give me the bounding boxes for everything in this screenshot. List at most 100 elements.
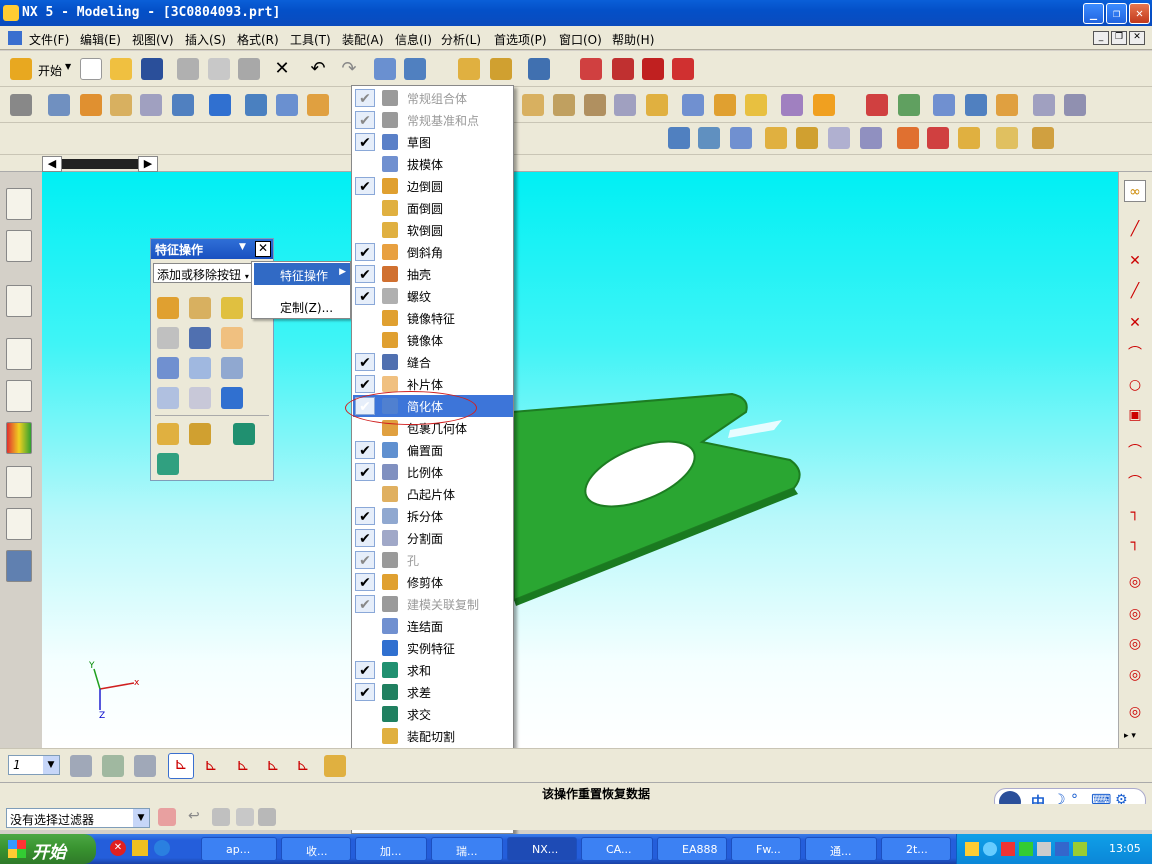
- menu-tools[interactable]: 工具(T): [290, 31, 331, 48]
- boolean-tool-icon[interactable]: [189, 423, 211, 445]
- chamfer-icon[interactable]: [745, 94, 767, 116]
- spline-icon[interactable]: [672, 58, 694, 80]
- fillet-curve-icon[interactable]: ┐: [1124, 502, 1146, 524]
- menu-item-row[interactable]: 求交: [353, 703, 513, 725]
- menu-item-row[interactable]: ✔ 常规基准和点: [353, 109, 513, 131]
- palette-icon[interactable]: [6, 422, 32, 454]
- menu-item-row[interactable]: ✔ 拆分体: [353, 505, 513, 527]
- curve-tool-icon[interactable]: [612, 58, 634, 80]
- wcs-origin-icon[interactable]: ⊾: [168, 753, 194, 779]
- layer-settings-icon[interactable]: [70, 755, 92, 777]
- filter-dropdown-icon[interactable]: ▼: [133, 809, 149, 827]
- tube-icon[interactable]: [140, 94, 162, 116]
- roles-icon[interactable]: [6, 508, 32, 540]
- datum-plane-icon[interactable]: [245, 94, 267, 116]
- start-dropdown-icon[interactable]: ▼: [65, 62, 71, 71]
- menu-item-row[interactable]: ✔ 孔: [353, 549, 513, 571]
- wcs-rotate-icon[interactable]: ⊾: [232, 755, 254, 777]
- menu-item-row[interactable]: 实例特征: [353, 637, 513, 659]
- select-all-icon[interactable]: [158, 808, 176, 826]
- mdi-close-icon[interactable]: ✕: [1129, 31, 1145, 45]
- menu-edit[interactable]: 编辑(E): [80, 31, 121, 48]
- submenu-feature-operation[interactable]: 特征操作 ▶: [254, 263, 350, 285]
- arc-tangent-icon[interactable]: ○: [1124, 374, 1146, 396]
- tangent-line-icon[interactable]: ⌒: [1124, 343, 1146, 365]
- menu-assembly[interactable]: 装配(A): [342, 31, 384, 48]
- task-inbox[interactable]: 收...: [281, 837, 351, 861]
- undo-icon[interactable]: ↶: [307, 58, 329, 80]
- line-point-icon[interactable]: ✕: [1124, 250, 1146, 272]
- surface-icon[interactable]: [898, 94, 920, 116]
- tray-msn-icon[interactable]: [1073, 842, 1087, 856]
- history-icon[interactable]: [6, 338, 32, 370]
- mirror-icon[interactable]: [682, 94, 704, 116]
- filter-select[interactable]: 没有选择过滤器 ▼: [6, 808, 150, 828]
- start-menu-button[interactable]: 开始: [38, 62, 62, 79]
- make-coplanar-icon[interactable]: [897, 127, 919, 149]
- menu-item-row[interactable]: 镜像特征: [353, 307, 513, 329]
- snap-point-icon[interactable]: [236, 808, 254, 826]
- submenu-customize[interactable]: 定制(Z)...: [254, 295, 350, 317]
- maximize-button[interactable]: ❐: [1106, 3, 1127, 24]
- menu-item-row[interactable]: 凸起片体: [353, 483, 513, 505]
- offset-face-tool-icon[interactable]: [189, 357, 211, 379]
- menu-info[interactable]: 信息(I): [395, 31, 432, 48]
- layer-select[interactable]: 1 ▼: [8, 755, 60, 775]
- circle-3pt-icon[interactable]: ◎: [1124, 603, 1146, 625]
- ruler-icon[interactable]: [490, 58, 512, 80]
- part-navigator-icon[interactable]: [10, 94, 32, 116]
- mesh-icon[interactable]: [965, 94, 987, 116]
- quicklaunch-ie-icon[interactable]: [154, 840, 170, 856]
- layer-dropdown-icon[interactable]: ▼: [43, 756, 59, 774]
- trim-icon[interactable]: [614, 94, 636, 116]
- menu-item-row[interactable]: ✔ 缝合: [353, 351, 513, 373]
- shell-tool-icon[interactable]: [157, 297, 179, 319]
- selection-icon[interactable]: [374, 58, 396, 80]
- scroll-thumb[interactable]: [62, 159, 138, 169]
- face-blend-icon[interactable]: [813, 94, 835, 116]
- perpendicular-line-icon[interactable]: ✕: [1124, 312, 1146, 334]
- menu-format[interactable]: 格式(R): [237, 31, 279, 48]
- select-feature-icon[interactable]: [212, 808, 230, 826]
- revolve-icon[interactable]: [80, 94, 102, 116]
- wcs-display-icon[interactable]: [324, 755, 346, 777]
- scroll-left-icon[interactable]: ◀: [42, 156, 62, 172]
- tray-bluetooth-icon[interactable]: [1055, 842, 1069, 856]
- patch-tool-icon[interactable]: [221, 327, 243, 349]
- cylinder-icon[interactable]: [172, 94, 194, 116]
- task-fw[interactable]: Fw...: [731, 837, 801, 861]
- move-face-icon[interactable]: [668, 127, 690, 149]
- parallel-line-icon[interactable]: ╱: [1124, 280, 1146, 302]
- circle-icon[interactable]: ◎: [1124, 571, 1146, 593]
- add-remove-buttons[interactable]: 添加或移除按钮 ▾: [153, 263, 253, 283]
- app-menu-icon[interactable]: [8, 31, 22, 45]
- mdi-restore-icon[interactable]: ❐: [1111, 31, 1127, 45]
- menu-item-row[interactable]: ✔ 倒斜角: [353, 241, 513, 263]
- task-2t[interactable]: 2t...: [881, 837, 951, 861]
- start-icon[interactable]: [10, 58, 32, 80]
- reuse-library-icon[interactable]: [6, 380, 32, 412]
- system-visual-icon[interactable]: [6, 550, 32, 582]
- task-ca[interactable]: CA...: [581, 837, 653, 861]
- menu-item-row[interactable]: ✔ 求和: [353, 659, 513, 681]
- boss-icon[interactable]: [307, 94, 329, 116]
- menu-item-row[interactable]: 拔模体: [353, 153, 513, 175]
- sweep-icon[interactable]: [110, 94, 132, 116]
- shell-feature-icon[interactable]: [221, 297, 243, 319]
- mdi-minimize-icon[interactable]: _: [1093, 31, 1109, 45]
- close-button[interactable]: ✕: [1129, 3, 1150, 24]
- wcs-save-icon[interactable]: ⊾: [292, 755, 314, 777]
- extrude-icon[interactable]: [48, 94, 70, 116]
- task-add[interactable]: 加...: [355, 837, 427, 861]
- task-tong[interactable]: 通...: [805, 837, 877, 861]
- task-nx[interactable]: NX...: [507, 837, 577, 861]
- simplify-tool-icon[interactable]: [157, 357, 179, 379]
- circle-radius-icon[interactable]: ◎: [1124, 664, 1146, 686]
- menu-item-row[interactable]: 软倒圆: [353, 219, 513, 241]
- pull-face-icon[interactable]: [698, 127, 720, 149]
- subtract-tool-icon[interactable]: [157, 453, 179, 475]
- make-tangent-icon[interactable]: [958, 127, 980, 149]
- tray-network-icon[interactable]: [983, 842, 997, 856]
- windows-start-button[interactable]: 开始: [0, 834, 96, 864]
- menu-item-row[interactable]: 装配切割: [353, 725, 513, 747]
